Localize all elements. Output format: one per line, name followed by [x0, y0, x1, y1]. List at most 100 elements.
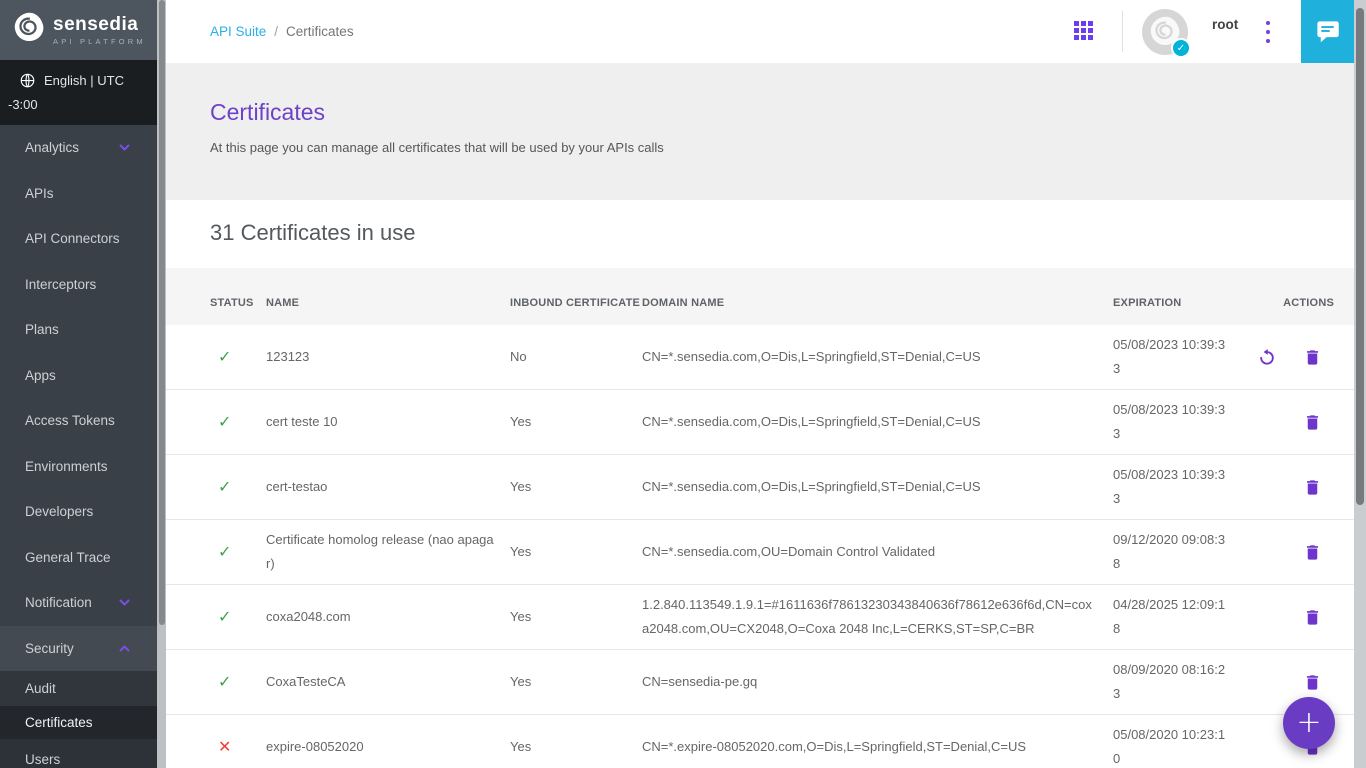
- certificates-table: STATUS NAME INBOUND CERTIFICATE DOMAIN N…: [166, 268, 1354, 768]
- main-content: API Suite / Certificates ✓ root: [166, 0, 1354, 768]
- chat-button[interactable]: [1301, 0, 1354, 63]
- sidebar-item-plans[interactable]: Plans: [0, 307, 157, 353]
- sidebar-item-users[interactable]: Users: [0, 739, 157, 768]
- brand-subtitle: API PLATFORM: [53, 37, 146, 46]
- sidebar-item-label: Security: [25, 641, 74, 656]
- page-title: Certificates: [210, 99, 1354, 126]
- sidebar-item-label: Interceptors: [25, 277, 96, 292]
- sidebar-item-label: Access Tokens: [25, 413, 115, 428]
- topbar: API Suite / Certificates ✓ root: [166, 0, 1354, 63]
- sidebar-item-label: Notification: [25, 595, 92, 610]
- certificate-name: CoxaTesteCA: [266, 670, 510, 694]
- page-hero: Certificates At this page you can manage…: [166, 63, 1354, 200]
- chat-icon: [1314, 18, 1341, 45]
- sidebar-item-analytics[interactable]: Analytics: [0, 125, 157, 171]
- sidebar-item-api-connectors[interactable]: API Connectors: [0, 216, 157, 262]
- sidebar-item-general-trace[interactable]: General Trace: [0, 535, 157, 581]
- sidebar-item-label: Audit: [25, 681, 56, 696]
- certificates-count-heading: 31 Certificates in use: [210, 220, 1354, 246]
- chevron-down-icon: [119, 599, 130, 606]
- column-header-inbound-certificate: INBOUND CERTIFICATE: [510, 294, 642, 313]
- column-header-status: STATUS: [210, 294, 266, 313]
- certificate-name: cert-testao: [266, 475, 510, 499]
- column-header-domain-name: DOMAIN NAME: [642, 294, 1113, 313]
- sidebar-item-label: Analytics: [25, 140, 79, 155]
- refresh-icon[interactable]: [1257, 347, 1277, 367]
- sidebar-item-apis[interactable]: APIs: [0, 171, 157, 217]
- app-root: sensedia API PLATFORM English | UTC -3:0…: [0, 0, 1366, 768]
- breadcrumb-current-page: Certificates: [286, 24, 354, 39]
- sidebar-item-access-tokens[interactable]: Access Tokens: [0, 398, 157, 444]
- check-icon: ✓: [218, 672, 231, 691]
- inbound-certificate-value: Yes: [510, 670, 642, 694]
- domain-name-value: CN=*.sensedia.com,O=Dis,L=Springfield,ST…: [642, 475, 1113, 499]
- domain-name-value: CN=*.sensedia.com,O=Dis,L=Springfield,ST…: [642, 410, 1113, 434]
- sidebar-scrollbar-thumb[interactable]: [159, 0, 165, 625]
- trash-icon[interactable]: [1303, 413, 1322, 432]
- avatar[interactable]: ✓: [1142, 9, 1188, 55]
- apps-grid-icon[interactable]: [1074, 21, 1094, 41]
- inbound-certificate-value: No: [510, 345, 642, 369]
- expiration-value: 08/09/2020 08:16:23: [1113, 658, 1231, 706]
- sidebar-item-apps[interactable]: Apps: [0, 353, 157, 399]
- expiration-value: 05/08/2023 10:39:33: [1113, 463, 1231, 511]
- kebab-menu-icon[interactable]: [1260, 20, 1276, 44]
- sidebar-item-label: APIs: [25, 186, 54, 201]
- sidebar-item-interceptors[interactable]: Interceptors: [0, 262, 157, 308]
- sidebar: sensedia API PLATFORM English | UTC -3:0…: [0, 0, 157, 768]
- globe-icon: [20, 73, 35, 88]
- certificate-name: Certificate homolog release (nao apagar): [266, 528, 510, 576]
- column-header-expiration: EXPIRATION: [1113, 294, 1231, 313]
- sidebar-item-certificates[interactable]: Certificates: [0, 706, 157, 739]
- table-row: ✓ coxa2048.com Yes 1.2.840.113549.1.9.1=…: [166, 585, 1354, 650]
- topbar-divider: [1122, 11, 1123, 52]
- breadcrumb-separator: /: [274, 24, 278, 39]
- certificate-name: expire-08052020: [266, 735, 510, 759]
- page-scrollbar-track: [1354, 0, 1366, 768]
- column-header-name: NAME: [266, 294, 510, 313]
- sidebar-item-audit[interactable]: Audit: [0, 671, 157, 706]
- inbound-certificate-value: Yes: [510, 735, 642, 759]
- breadcrumb-api-suite-link[interactable]: API Suite: [210, 24, 266, 39]
- sidebar-item-label: Plans: [25, 322, 59, 337]
- brand-logo[interactable]: sensedia API PLATFORM: [0, 0, 157, 60]
- table-header-row: STATUS NAME INBOUND CERTIFICATE DOMAIN N…: [166, 268, 1354, 325]
- trash-icon[interactable]: [1303, 478, 1322, 497]
- sidebar-item-security[interactable]: Security: [0, 626, 157, 672]
- domain-name-value: CN=*.sensedia.com,OU=Domain Control Vali…: [642, 540, 1113, 564]
- inbound-certificate-value: Yes: [510, 540, 642, 564]
- sidebar-scrollbar-track: [157, 0, 166, 768]
- sidebar-item-label: Users: [25, 752, 60, 767]
- domain-name-value: 1.2.840.113549.1.9.1=#1611636f7861323034…: [642, 593, 1113, 641]
- chevron-up-icon: [119, 645, 130, 652]
- trash-icon[interactable]: [1303, 543, 1322, 562]
- sidebar-item-notification[interactable]: Notification: [0, 580, 157, 626]
- sidebar-item-environments[interactable]: Environments: [0, 444, 157, 490]
- table-row: ✓ cert-testao Yes CN=*.sensedia.com,O=Di…: [166, 455, 1354, 520]
- expiration-value: 04/28/2025 12:09:18: [1113, 593, 1231, 641]
- sidebar-item-label: API Connectors: [25, 231, 120, 246]
- inbound-certificate-value: Yes: [510, 475, 642, 499]
- table-row: ✕ expire-08052020 Yes CN=*.expire-080520…: [166, 715, 1354, 768]
- trash-icon[interactable]: [1303, 608, 1322, 627]
- sidebar-item-developers[interactable]: Developers: [0, 489, 157, 535]
- sidebar-item-label: Environments: [25, 459, 108, 474]
- domain-name-value: CN=sensedia-pe.gq: [642, 670, 1113, 694]
- certificate-name: 123123: [266, 345, 510, 369]
- certificates-count-section: 31 Certificates in use: [166, 200, 1354, 268]
- username-label: root: [1212, 17, 1238, 32]
- sidebar-item-label: Apps: [25, 368, 56, 383]
- trash-icon[interactable]: [1303, 348, 1322, 367]
- breadcrumb: API Suite / Certificates: [210, 0, 354, 63]
- column-header-actions: ACTIONS: [1231, 294, 1334, 313]
- domain-name-value: CN=*.expire-08052020.com,O=Dis,L=Springf…: [642, 735, 1113, 759]
- language-timezone-selector[interactable]: English | UTC -3:00: [0, 60, 157, 125]
- domain-name-value: CN=*.sensedia.com,O=Dis,L=Springfield,ST…: [642, 345, 1113, 369]
- page-scrollbar-thumb[interactable]: [1356, 8, 1364, 505]
- expiration-value: 05/08/2020 10:23:10: [1113, 723, 1231, 768]
- certificate-name: cert teste 10: [266, 410, 510, 434]
- add-certificate-button[interactable]: +: [1283, 697, 1335, 749]
- expiration-value: 05/08/2023 10:39:33: [1113, 398, 1231, 446]
- check-icon: ✓: [218, 412, 231, 431]
- trash-icon[interactable]: [1303, 673, 1322, 692]
